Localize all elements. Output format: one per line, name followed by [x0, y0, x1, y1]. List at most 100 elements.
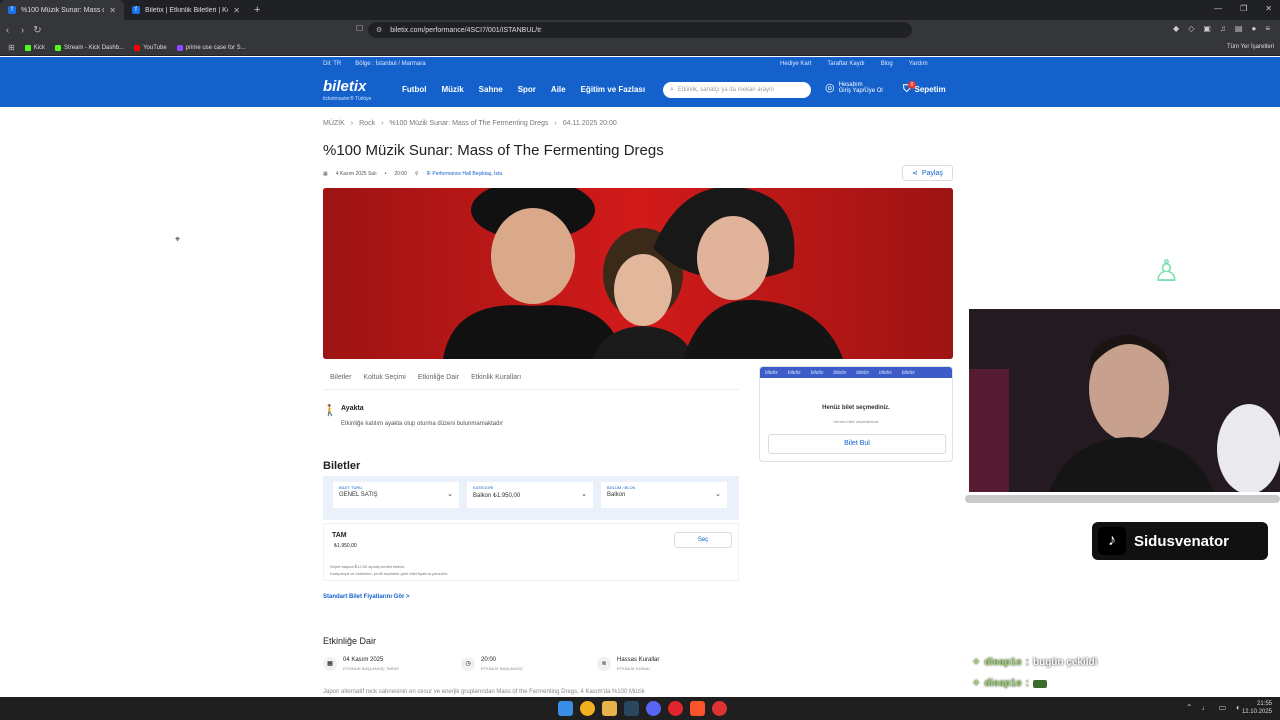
ticket-filters: BİLET TÜRÜ GENEL SATIŞ ⌄ KATEGORİ Balkon… — [323, 476, 739, 520]
menu-item-sahne[interactable]: Sahne — [479, 85, 503, 94]
event-time: 20:00 — [394, 171, 407, 177]
ticket-type-select[interactable]: BİLET TÜRÜ GENEL SATIŞ ⌄ — [333, 482, 459, 508]
chevron-up-icon[interactable]: ⌃ — [1186, 703, 1193, 712]
extension-icon[interactable]: ◆ — [1173, 24, 1179, 33]
close-window-icon[interactable]: ✕ — [1265, 4, 1272, 13]
facebook-icon: f — [8, 6, 16, 14]
menu-item-egitim[interactable]: Eğitim ve Fazlası — [581, 85, 645, 94]
close-tab-icon[interactable]: ✕ — [233, 6, 240, 15]
apps-icon[interactable]: ⊞ — [8, 43, 15, 52]
tiktok-handle-overlay: ♪ Sidusvenator — [1092, 522, 1268, 560]
browser-tab-active[interactable]: f %100 Müzik Sunar: Mass of The ✕ — [0, 0, 124, 20]
blog-link[interactable]: Blog — [881, 61, 893, 67]
browser-tab[interactable]: f Biletix | Etkinlik Biletleri | Konser,… — [124, 0, 248, 20]
select-value: GENEL SATIŞ — [339, 492, 378, 498]
chevron-down-icon: ⌄ — [715, 491, 721, 498]
stripe-logo: biletix — [833, 369, 847, 376]
tab-etkinlik-kurallari[interactable]: Etkinlik Kuralları — [471, 374, 521, 381]
breadcrumb-item[interactable]: MÜZİK — [323, 120, 345, 127]
stripe-logo: biletix — [810, 369, 824, 376]
steam-icon[interactable] — [624, 701, 639, 716]
opera-icon[interactable] — [668, 701, 683, 716]
logo-subtitle: ticketmaster® Türkiye — [323, 96, 372, 102]
menu-item-futbol[interactable]: Futbol — [402, 85, 426, 94]
restore-icon[interactable]: ❐ — [1240, 4, 1247, 13]
menu-item-muzik[interactable]: Müzik — [441, 85, 463, 94]
bookmark-prime[interactable]: prime use case for S... — [176, 44, 246, 51]
webcam-overlay — [969, 309, 1280, 492]
back-icon[interactable]: ‹ — [0, 25, 15, 36]
select-ticket-button[interactable]: Seç — [674, 532, 732, 548]
tab-divider — [323, 389, 739, 390]
venue-link[interactable]: IF Performance Hall Beşiktaş, İsta — [427, 171, 503, 177]
breadcrumb-item[interactable]: %100 Müzik Sunar: Mass of The Fermenting… — [389, 120, 548, 127]
music-icon[interactable]: ♫ — [1220, 24, 1226, 33]
chevron-down-icon: ⌄ — [581, 491, 587, 498]
user-icon: ◎ — [825, 82, 835, 94]
windows-start-icon[interactable] — [558, 701, 573, 716]
info-start-time: ◷ 20:00 ETKİNLİK BAŞLANGIÇ — [461, 657, 523, 671]
language-select[interactable]: Dil: TR — [323, 61, 341, 67]
volume-icon[interactable]: ◖ — [1235, 703, 1240, 712]
select-value: Balkon ₺1.950,00 — [473, 493, 521, 499]
chrome-icon[interactable] — [580, 701, 595, 716]
help-link[interactable]: Yardım — [909, 61, 928, 67]
search-input[interactable]: ⌕ Etkinlik, sanatçı ya da mekan arayın — [663, 82, 811, 98]
site-info-icon[interactable]: ⚙ — [376, 26, 382, 34]
tab-biletler[interactable]: Biletler — [330, 374, 351, 381]
breadcrumb-separator: › — [381, 120, 384, 127]
bookmark-site-icon — [176, 44, 183, 51]
bookmark-youtube[interactable]: YouTube — [134, 44, 167, 51]
tab-koltuk-secimi[interactable]: Koltuk Seçimi — [363, 374, 405, 381]
gift-card-link[interactable]: Hediye Kart — [780, 61, 811, 67]
info-sub: ETKİNLİK KURALI — [617, 666, 651, 671]
region-select[interactable]: Bölge : İstanbul / Marmara — [355, 61, 425, 67]
extension-icon[interactable]: ◇ — [1188, 24, 1194, 33]
site-nav: biletix ticketmaster® Türkiye Futbol Müz… — [0, 73, 1280, 107]
fan-registration-link[interactable]: Taraftar Kaydı — [827, 61, 864, 67]
cart-label: Sepetim — [914, 85, 946, 94]
breadcrumb-separator: › — [554, 120, 557, 127]
all-bookmarks[interactable]: Tüm Yer İşaretleri — [1227, 44, 1274, 50]
microphone-icon[interactable]: ♩ — [1202, 703, 1210, 712]
tiktok-icon: ♪ — [1098, 527, 1126, 555]
menu-icon[interactable]: ≡ — [1265, 24, 1270, 33]
sidebar-icon[interactable]: ▤ — [1235, 24, 1243, 33]
close-tab-icon[interactable]: ✕ — [109, 6, 116, 15]
extension-icon[interactable]: ▣ — [1203, 24, 1211, 33]
profile-icon[interactable]: ● — [1251, 24, 1256, 33]
url-field[interactable]: ⚙ biletix.com/performance/4SCI7/001/ISTA… — [368, 22, 912, 38]
discord-icon[interactable] — [646, 701, 661, 716]
category-select[interactable]: KATEGORİ Balkon ₺1.950,00 ⌄ — [467, 482, 593, 508]
kick-icon — [24, 44, 31, 51]
chat-message: ✦ dieap1e : bugün çekildi — [972, 657, 1098, 668]
select-label: BÖLÜM / BLOK — [607, 485, 636, 490]
standard-prices-link[interactable]: Standart Bilet Fiyatlarını Gör > — [323, 594, 410, 600]
find-ticket-button[interactable]: Bilet Bul — [768, 434, 946, 454]
account-menu[interactable]: ◎ Hesabım Giriş Yap/Üye Ol — [825, 81, 883, 95]
obs-icon[interactable] — [712, 701, 727, 716]
webcam-feed — [969, 309, 1280, 492]
standing-person-icon: 🚶 — [323, 405, 337, 417]
bookmark-stream[interactable]: Stream - Kick Dashb... — [55, 44, 124, 51]
breadcrumb-item[interactable]: Rock — [359, 120, 375, 127]
minimize-icon[interactable]: — — [1214, 4, 1222, 13]
forward-icon[interactable]: › — [15, 25, 30, 36]
brave-icon[interactable] — [690, 701, 705, 716]
chat-user: dieap1e — [984, 678, 1022, 689]
breadcrumb-separator: › — [350, 120, 354, 127]
file-explorer-icon[interactable] — [602, 701, 617, 716]
system-clock[interactable]: 21:55 12.10.2025 — [1242, 700, 1272, 716]
biletix-logo[interactable]: biletix — [323, 78, 366, 95]
reload-icon[interactable]: ↻ — [30, 25, 45, 36]
network-icon[interactable]: ▭ — [1219, 703, 1227, 712]
section-select[interactable]: BÖLÜM / BLOK Balkon ⌄ — [601, 482, 727, 508]
bookmark-kick[interactable]: Kick — [24, 44, 45, 51]
bookmark-icon[interactable]: ☐ — [356, 24, 363, 33]
tab-etkinlige-dair[interactable]: Etkinliğe Dair — [418, 374, 459, 381]
share-button[interactable]: ⋖ Paylaş — [902, 165, 953, 181]
share-icon: ⋖ — [912, 170, 918, 177]
new-tab-button[interactable]: + — [248, 4, 266, 16]
menu-item-spor[interactable]: Spor — [518, 85, 536, 94]
menu-item-aile[interactable]: Aile — [551, 85, 566, 94]
